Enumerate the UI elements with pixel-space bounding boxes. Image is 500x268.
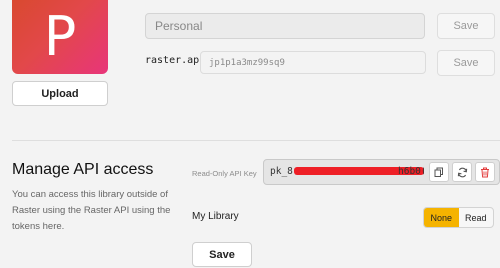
save-slug-button[interactable]: Save	[437, 50, 495, 76]
library-name-input[interactable]: Personal	[145, 13, 425, 39]
refresh-icon	[457, 167, 467, 177]
save-name-button[interactable]: Save	[437, 13, 495, 39]
trash-icon	[481, 167, 489, 177]
section-divider	[12, 140, 500, 141]
delete-key-button[interactable]	[475, 162, 495, 182]
copy-icon	[434, 167, 443, 177]
slug-value: jp1p1a3mz99sq9	[209, 57, 285, 68]
copy-key-button[interactable]	[429, 162, 449, 182]
library-avatar: P	[12, 0, 108, 74]
library-name-value: Personal	[155, 19, 203, 33]
section-title: Manage API access	[12, 161, 154, 178]
save-api-button[interactable]: Save	[192, 242, 252, 267]
regenerate-key-button[interactable]	[452, 162, 472, 182]
library-label: My Library	[192, 211, 239, 222]
api-key-suffix: h6b0(	[398, 166, 424, 177]
access-option-read[interactable]: Read	[459, 208, 494, 227]
access-level-toggle[interactable]: None Read	[423, 207, 494, 228]
upload-button[interactable]: Upload	[12, 81, 108, 106]
api-key-label: Read-Only API Key	[192, 169, 257, 178]
section-description: You can access this library outside of R…	[12, 189, 171, 232]
avatar-letter: P	[43, 5, 77, 68]
slug-input[interactable]: jp1p1a3mz99sq9	[200, 51, 426, 74]
access-option-none[interactable]: None	[424, 208, 459, 227]
